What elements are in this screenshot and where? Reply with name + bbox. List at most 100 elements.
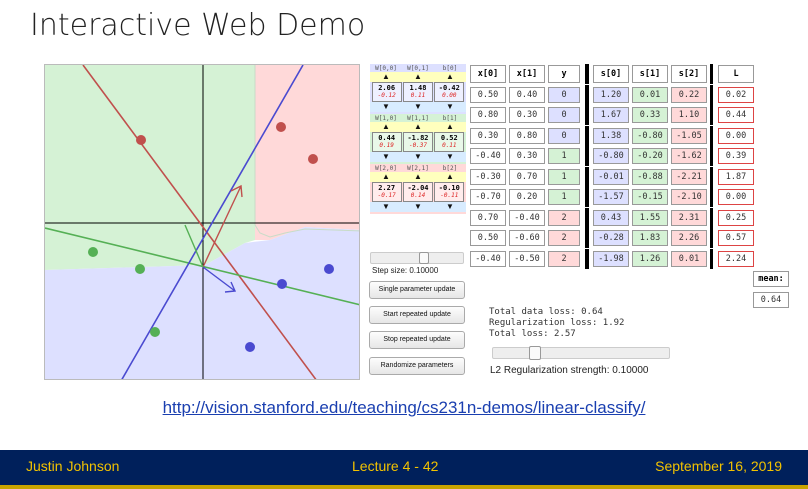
gradient-value: -0.11 <box>440 192 459 199</box>
cell-s2: 0.01 <box>671 250 707 267</box>
weight-value: 2.27 <box>378 184 396 192</box>
decrease-arrow-icon[interactable]: ▼ <box>370 202 402 212</box>
cell-L: 0.25 <box>718 209 754 226</box>
data-point[interactable] <box>324 264 334 274</box>
column-header: s[1] <box>632 65 668 84</box>
regularization-slider[interactable] <box>492 346 670 360</box>
cell-y: 2 <box>548 230 580 247</box>
gradient-value: 0.11 <box>410 92 426 99</box>
gradient-value: -0.37 <box>408 142 428 149</box>
gradient-value: 0.14 <box>410 192 426 199</box>
data-point[interactable] <box>150 327 160 337</box>
slider-handle[interactable] <box>419 252 429 264</box>
data-point[interactable] <box>135 264 145 274</box>
column-separator <box>710 64 713 85</box>
weight-label: W[1,1] <box>407 115 429 122</box>
lecture-date: September 16, 2019 <box>655 458 782 474</box>
increase-arrow-icon[interactable]: ▲ <box>370 72 402 82</box>
decision-boundary-plot[interactable] <box>44 64 360 380</box>
weight-value: 2.06 <box>378 84 396 92</box>
total-loss-text: Total loss: 2.57 <box>489 329 576 339</box>
weight-value: -1.82 <box>407 134 429 142</box>
start-repeated-update-button[interactable]: Start repeated update <box>369 306 465 324</box>
cell-x0: -0.30 <box>470 168 506 185</box>
data-point[interactable] <box>136 135 146 145</box>
slide-footer: Justin Johnson Lecture 4 - 42 September … <box>0 450 808 489</box>
cell-x1: 0.70 <box>509 168 545 185</box>
mean-value: 0.64 <box>753 291 789 308</box>
cell-s0: 1.20 <box>593 86 629 103</box>
data-point[interactable] <box>245 342 255 352</box>
increase-arrow-icon[interactable]: ▲ <box>370 122 402 132</box>
single-update-button[interactable]: Single parameter update <box>369 281 465 299</box>
cell-s2: -2.21 <box>671 168 707 185</box>
column-separator <box>710 228 713 249</box>
data-point[interactable] <box>88 247 98 257</box>
cell-s2: 2.26 <box>671 230 707 247</box>
cell-x0: 0.30 <box>470 127 506 144</box>
cell-s0: -0.01 <box>593 168 629 185</box>
cell-x1: -0.50 <box>509 250 545 267</box>
cell-s1: -0.15 <box>632 189 668 206</box>
cell-s0: 1.67 <box>593 107 629 124</box>
cell-x1: 0.30 <box>509 148 545 165</box>
slider-handle[interactable] <box>529 346 541 360</box>
randomize-parameters-button[interactable]: Randomize parameters <box>369 357 465 375</box>
cell-x1: 0.20 <box>509 189 545 206</box>
decrease-arrow-icon[interactable]: ▼ <box>402 202 434 212</box>
decrease-arrow-icon[interactable]: ▼ <box>402 102 434 112</box>
stop-repeated-update-button[interactable]: Stop repeated update <box>369 331 465 349</box>
cell-s1: 1.26 <box>632 250 668 267</box>
decrease-arrow-icon[interactable]: ▼ <box>370 102 402 112</box>
gradient-value: 0.11 <box>442 142 457 149</box>
data-point[interactable] <box>277 279 287 289</box>
increase-arrow-icon[interactable]: ▲ <box>402 172 434 182</box>
increase-arrow-icon[interactable]: ▲ <box>434 172 466 182</box>
cell-x0: 0.50 <box>470 230 506 247</box>
increase-arrow-icon[interactable]: ▲ <box>434 122 466 132</box>
cell-L: 2.24 <box>718 250 754 267</box>
decrease-arrow-icon[interactable]: ▼ <box>434 202 466 212</box>
demo-link[interactable]: http://vision.stanford.edu/teaching/cs23… <box>0 398 808 418</box>
cell-s0: -1.57 <box>593 189 629 206</box>
weight-value: -2.04 <box>407 184 429 192</box>
step-size-slider[interactable] <box>370 252 464 264</box>
weight-label: b[1] <box>442 115 458 122</box>
increase-arrow-icon[interactable]: ▲ <box>402 122 434 132</box>
table-row: -0.40 -0.50 2 -1.98 1.26 0.01 2.24 <box>470 248 792 270</box>
decrease-arrow-icon[interactable]: ▼ <box>370 152 402 162</box>
cell-s0: -0.80 <box>593 148 629 165</box>
data-table: x[0] x[1] y s[0] s[1] s[2] L 0.50 0.40 0 1.… <box>470 64 792 310</box>
increase-arrow-icon[interactable]: ▲ <box>370 172 402 182</box>
decrease-arrow-icon[interactable]: ▼ <box>434 102 466 112</box>
table-row: -0.70 0.20 1 -1.57 -0.15 -2.10 0.00 <box>470 187 792 208</box>
author-name: Justin Johnson <box>26 458 120 474</box>
cell-y: 0 <box>548 86 580 103</box>
column-separator <box>585 125 589 146</box>
column-header: y <box>548 65 580 84</box>
cell-y: 2 <box>548 209 580 226</box>
loss-summary: Total data loss: 0.64 Regularization los… <box>489 307 624 340</box>
regularization-label: L2 Regularization strength: 0.10000 <box>490 365 649 376</box>
data-point[interactable] <box>276 122 286 132</box>
table-row: 0.50 -0.60 2 -0.28 1.83 2.26 0.57 <box>470 228 792 249</box>
column-separator <box>710 187 713 208</box>
increase-arrow-icon[interactable]: ▲ <box>434 72 466 82</box>
weight-cell: -1.82 -0.37 <box>402 132 433 152</box>
increase-arrow-icon[interactable]: ▲ <box>402 72 434 82</box>
decrease-arrow-icon[interactable]: ▼ <box>434 152 466 162</box>
gradient-value: 0.19 <box>379 142 394 149</box>
column-separator <box>585 166 589 187</box>
table-row: 0.80 0.30 0 1.67 0.33 1.10 0.44 <box>470 105 792 126</box>
cell-x0: 0.70 <box>470 209 506 226</box>
weight-cell: 0.44 0.19 <box>371 132 402 152</box>
column-separator <box>710 207 713 228</box>
data-point[interactable] <box>308 154 318 164</box>
cell-s1: -0.88 <box>632 168 668 185</box>
cell-x0: 0.50 <box>470 86 506 103</box>
plot-canvas[interactable] <box>45 65 360 380</box>
weight-label: b[2] <box>442 165 458 172</box>
decrease-arrow-icon[interactable]: ▼ <box>402 152 434 162</box>
cell-s1: 0.33 <box>632 107 668 124</box>
gradient-value: 0.00 <box>442 92 457 99</box>
